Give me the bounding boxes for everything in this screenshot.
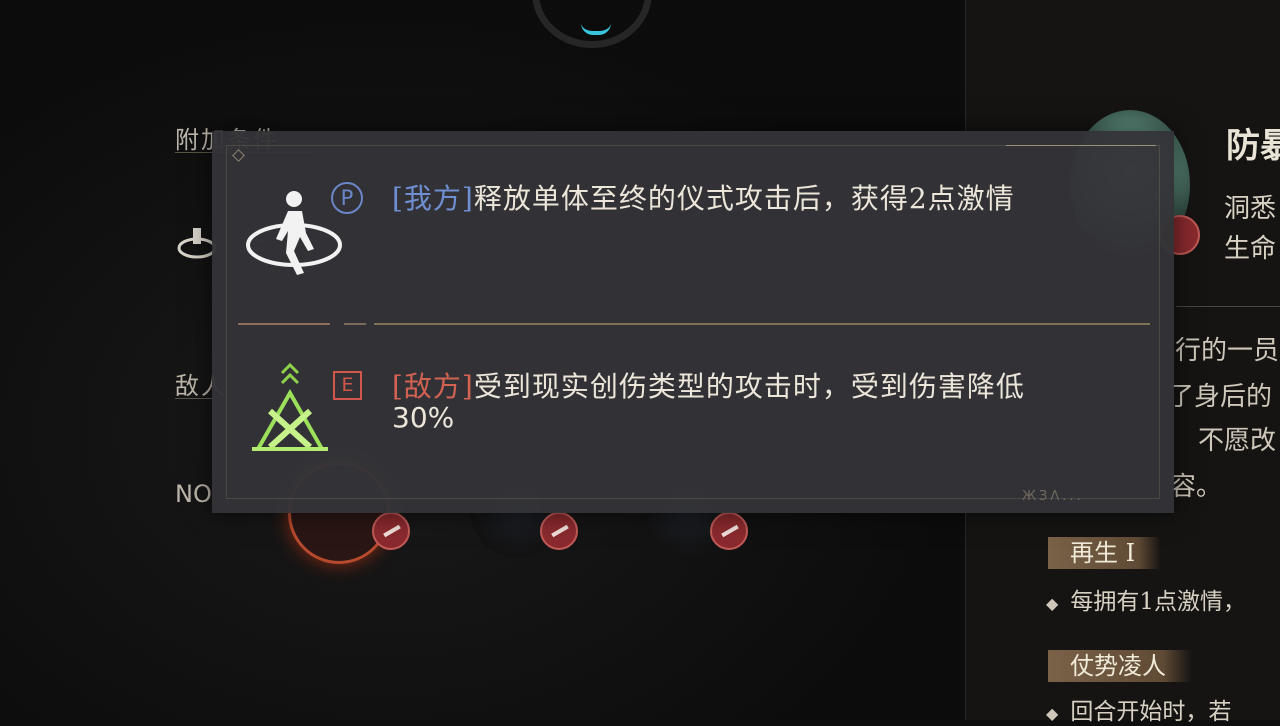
passive-desc-bully: ◆ 回合开始时，若 <box>1046 692 1231 726</box>
enemy-underline <box>175 398 215 399</box>
condition-ring-icon[interactable] <box>177 222 217 270</box>
separator-segment-3 <box>374 323 1150 325</box>
enemy-effect-value: 30% <box>392 401 455 434</box>
character-name: 防暴 <box>1226 126 1280 166</box>
character-sub-line-2: 生命 <box>1224 234 1277 264</box>
ally-effect-text: 释放单体至终的仪式攻击后，获得2点激情 <box>473 182 1015 215</box>
enemy-2-attack-icon <box>540 512 578 550</box>
passive-desc-regen-text: 每拥有1点激情， <box>1070 589 1246 615</box>
description-line-1: 行的一员 <box>1175 336 1280 366</box>
enemy-effect-text: 受到现实创伤类型的攻击时，受到伤害降低 <box>473 370 1025 403</box>
description-line-4: 容。 <box>1170 472 1223 502</box>
description-line-3: 不愿改 <box>1198 426 1277 456</box>
diamond-bullet-icon: ◆ <box>1046 704 1059 723</box>
description-line-2: 了身后的 <box>1168 382 1273 412</box>
passive-tag-regen[interactable]: 再生 I <box>1048 537 1162 569</box>
passive-type-icon: P <box>331 182 363 214</box>
enemy-tag: [敌方] <box>392 370 474 403</box>
passive-tag-bully[interactable]: 仗势凌人 <box>1048 650 1192 682</box>
enemy-effect-line: [敌方]受到现实创伤类型的攻击时，受到伤害降低 <box>392 365 1025 405</box>
effect-tooltip[interactable]: P [我方]释放单体至终的仪式攻击后，获得2点激情 E [敌方]受到现实创伤类型… <box>212 131 1174 513</box>
separator-segment-2 <box>344 323 366 325</box>
panel-divider <box>1176 306 1280 307</box>
ally-tag: [我方] <box>392 182 474 215</box>
enemy-3-attack-icon <box>710 512 748 550</box>
tooltip-top-rule <box>1006 145 1156 146</box>
dial-indicator-icon <box>581 23 611 35</box>
diamond-bullet-icon: ◆ <box>1046 594 1059 613</box>
enemy-1-attack-icon <box>372 512 410 550</box>
separator-segment-1 <box>238 323 330 325</box>
tooltip-footer-mark: ЖЗΛ... <box>1022 489 1084 504</box>
character-sub-line-1: 洞悉 <box>1224 194 1277 224</box>
walking-figure-icon <box>244 187 344 281</box>
passive-desc-regen: ◆ 每拥有1点激情， <box>1046 582 1246 616</box>
passive-desc-bully-text: 回合开始时，若 <box>1070 699 1232 725</box>
enemy-type-icon: E <box>333 371 362 400</box>
green-spike-trap-icon <box>248 362 332 459</box>
no-label: NO <box>175 480 212 508</box>
ally-effect-line: [我方]释放单体至终的仪式攻击后，获得2点激情 <box>392 177 1015 217</box>
